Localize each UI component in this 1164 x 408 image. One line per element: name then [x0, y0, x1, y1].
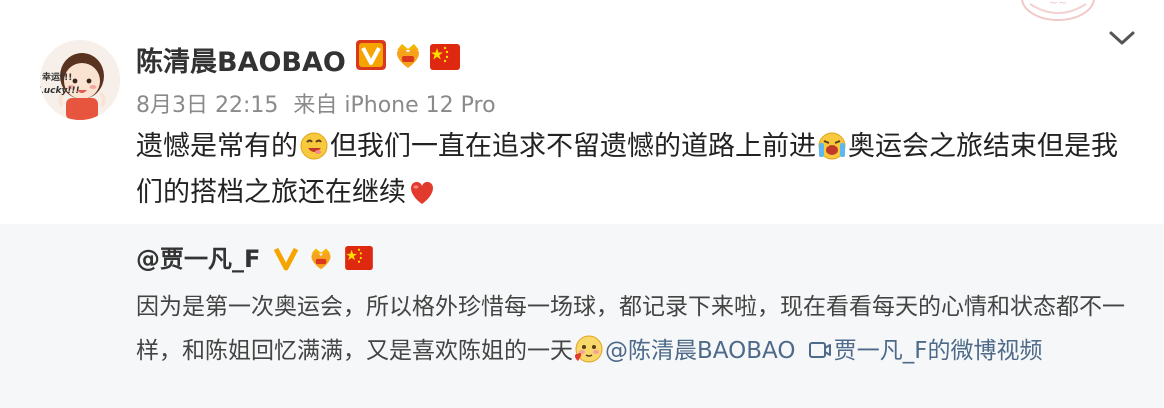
avatar-text-lucky-cn: 幸运!!!: [42, 73, 73, 83]
post-body: 遗憾是常有的 但我们一直在追求不留遗憾的道路上前进 奥运会之旅结束但是我们的搭档…: [136, 124, 1136, 216]
post-source: 来自 iPhone 12 Pro: [293, 93, 496, 118]
stamp-watermark: ~~: [1021, 0, 1095, 21]
verified-v-icon[interactable]: [273, 245, 299, 271]
video-link-text[interactable]: 贾一凡_F的微博视频: [834, 338, 1043, 364]
china-flag-icon[interactable]: [430, 42, 460, 72]
avatar[interactable]: 幸运!!! Lucky!!!: [40, 40, 120, 120]
crown-heart-icon[interactable]: [307, 245, 335, 271]
weibo-post: ~~ 幸运!!! Lucky!!! 陈清晨BAOBAO 8月3日 22:15 来…: [0, 0, 1164, 224]
china-flag-icon[interactable]: [345, 246, 374, 270]
video-link-icon: [808, 342, 831, 358]
mention-link[interactable]: @陈清晨BAOBAO: [605, 338, 795, 364]
repost-card[interactable]: @贾一凡_F 因为是第一次奥运会，所以格外珍惜每一场球，都记录下来啦，现在看看每…: [0, 224, 1164, 408]
post-text-part-2: 但我们一直在追求不留遗憾的道路上前进: [330, 131, 816, 162]
post-date: 8月3日 22:15: [136, 93, 279, 118]
video-link[interactable]: 贾一凡_F的微博视频: [808, 338, 1043, 364]
post-username[interactable]: 陈清晨BAOBAO: [136, 40, 346, 79]
laugh-cry-emoji-icon: [818, 132, 846, 160]
heart-emoji-icon: [411, 181, 433, 204]
post-meta: 8月3日 22:15 来自 iPhone 12 Pro: [136, 87, 504, 119]
grin-emoji-icon: [300, 132, 328, 160]
repost-username[interactable]: @贾一凡_F: [136, 239, 374, 274]
repost-username-text[interactable]: @贾一凡_F: [136, 245, 260, 273]
chevron-down-icon[interactable]: [1108, 28, 1136, 48]
kiss-emoji-icon: [574, 335, 603, 363]
post-text-part-1: 遗憾是常有的: [136, 131, 298, 162]
svg-text:~~: ~~: [1049, 0, 1067, 9]
avatar-text-lucky-en: Lucky!!!: [40, 86, 80, 96]
crown-heart-icon[interactable]: [392, 40, 424, 70]
verified-v-icon[interactable]: [356, 40, 386, 70]
repost-body: 因为是第一次奥运会，所以格外珍惜每一场球，都记录下来啦，现在看看每天的心情和状态…: [136, 285, 1126, 373]
